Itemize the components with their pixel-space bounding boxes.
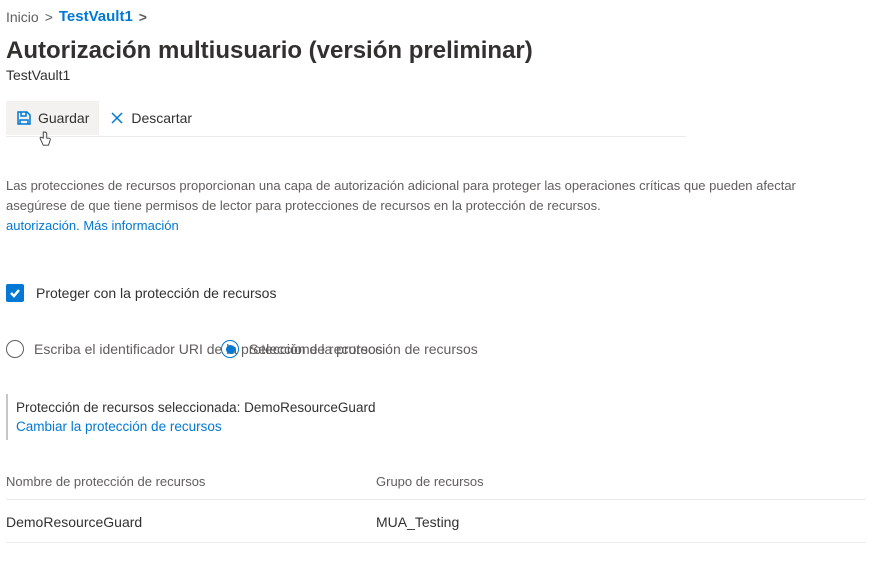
save-button[interactable]: Guardar [6,101,99,135]
change-guard-link[interactable]: Cambiar la protección de recursos [16,419,222,434]
breadcrumb: Inicio > TestVault1 > [6,4,890,27]
selected-guard-label: Protección de recursos seleccionada: Dem… [16,400,506,415]
col-header-group[interactable]: Grupo de recursos [376,474,866,489]
protect-checkbox-row[interactable]: Proteger con la protección de recursos [6,284,890,302]
discard-button[interactable]: Descartar [99,101,202,135]
description-line1: Las protecciones de recursos proporciona… [6,176,866,196]
radio-select-guard-label: Seleccione la protección de recursos [249,341,478,357]
cell-guard-name: DemoResourceGuard [6,514,376,530]
discard-button-label: Descartar [131,110,192,126]
toolbar: Guardar Descartar [6,99,686,137]
auth-link[interactable]: autorización. [6,218,80,233]
table-row[interactable]: DemoResourceGuard MUA_Testing [6,500,866,543]
breadcrumb-current[interactable]: TestVault1 [59,8,133,25]
description-link-row: autorización. Más información [6,218,179,233]
close-icon [109,110,125,126]
checkmark-icon [9,287,21,299]
radio-dot-icon [226,345,235,354]
radio-select-guard[interactable]: Seleccione la protección de recursos [221,340,478,358]
save-icon [16,110,32,126]
description-block: Las protecciones de recursos proporciona… [6,176,866,236]
breadcrumb-sep-2: > [139,9,147,25]
more-info-link[interactable]: Más información [83,218,178,233]
protect-checkbox[interactable] [6,284,24,302]
selected-guard-prefix: Protección de recursos seleccionada: [16,400,240,415]
guard-selection-radio-group: Escriba el identificador URI de la prote… [6,340,890,358]
cell-resource-group: MUA_Testing [376,514,866,530]
page-subtitle: TestVault1 [6,67,890,83]
save-button-label: Guardar [38,110,89,126]
radio-circle-selected-icon [221,340,239,358]
page-title: Autorización multiusuario (versión preli… [6,37,890,65]
selected-guard-name: DemoResourceGuard [244,400,375,415]
breadcrumb-sep-1: > [45,9,53,25]
breadcrumb-home[interactable]: Inicio [6,9,39,25]
selected-guard-block: Protección de recursos seleccionada: Dem… [6,394,506,440]
table-header: Nombre de protección de recursos Grupo d… [6,474,866,500]
col-header-name[interactable]: Nombre de protección de recursos [6,474,376,489]
protect-checkbox-label: Proteger con la protección de recursos [36,285,276,301]
radio-circle-icon [6,340,24,358]
guard-table: Nombre de protección de recursos Grupo d… [6,474,866,543]
description-line2: asegúrese de que tiene permisos de lecto… [6,196,866,216]
